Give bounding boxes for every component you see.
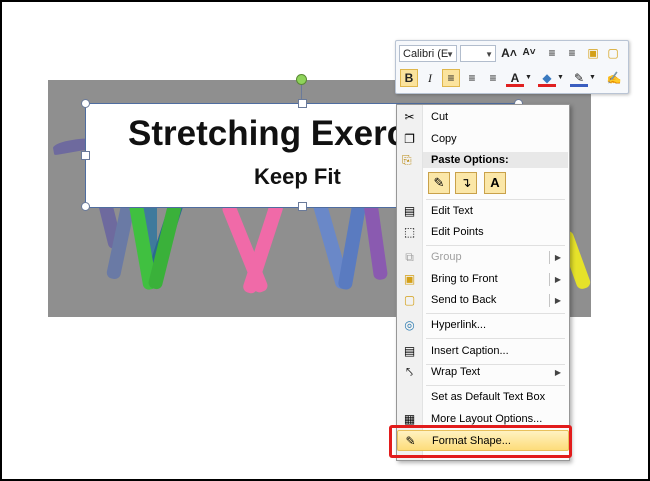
globe-link-icon: ◎ bbox=[404, 318, 415, 332]
paste-text-only-button[interactable]: A bbox=[484, 172, 506, 194]
submenu-divider bbox=[549, 294, 550, 307]
text-box-icon: ▤ bbox=[403, 204, 416, 218]
center-button[interactable]: ≡ bbox=[463, 69, 481, 87]
group-icon: ⧉ bbox=[405, 250, 414, 264]
points-icon: ⬚ bbox=[403, 225, 416, 239]
menu-item-edit-points[interactable]: ⬚ Edit Points bbox=[397, 222, 569, 243]
font-color-dropdown[interactable]: ▼ bbox=[524, 69, 533, 87]
menu-item-label: Hyperlink... bbox=[431, 319, 487, 331]
resize-handle-bottom[interactable] bbox=[298, 202, 307, 211]
resize-handle-left[interactable] bbox=[81, 151, 90, 160]
menu-item-hyperlink[interactable]: ◎ Hyperlink... bbox=[397, 315, 569, 336]
copy-icon: ❐ bbox=[404, 132, 415, 146]
menu-item-label: Cut bbox=[431, 111, 449, 123]
menu-item-label: Send to Back bbox=[431, 294, 497, 306]
rotation-handle[interactable] bbox=[296, 74, 307, 85]
slide-title: Stretching Exerc bbox=[128, 114, 407, 153]
send-back-icon: ▢ bbox=[403, 293, 416, 307]
decrease-indent-button[interactable]: ≡ bbox=[543, 44, 561, 62]
format-shape-callout-box bbox=[389, 425, 572, 458]
resize-handle-bottom-left[interactable] bbox=[81, 202, 90, 211]
menu-item-label: Insert Caption... bbox=[431, 345, 509, 357]
paste-keep-formatting-button[interactable]: ✎ bbox=[428, 172, 450, 194]
shape-fill-dropdown[interactable]: ▼ bbox=[556, 69, 565, 87]
bring-front-mini-icon[interactable]: ▣ bbox=[584, 44, 602, 62]
shape-fill-button[interactable]: ◆ bbox=[538, 69, 556, 87]
submenu-arrow-icon: ▶ bbox=[554, 368, 561, 377]
menu-item-label: Group bbox=[431, 251, 462, 263]
caption-icon: ▤ bbox=[403, 344, 416, 358]
menu-item-label: Bring to Front bbox=[431, 273, 498, 285]
wrap-text-icon: ⤣ bbox=[406, 365, 413, 379]
bring-front-icon: ▣ bbox=[403, 272, 416, 286]
menu-item-bring-to-front[interactable]: ▣ Bring to Front ▶ bbox=[397, 269, 569, 290]
bold-button[interactable]: B bbox=[400, 69, 418, 87]
submenu-arrow-icon: ▶ bbox=[554, 296, 561, 305]
align-left-button[interactable]: ≡ bbox=[442, 69, 460, 87]
chevron-down-icon: ▼ bbox=[485, 50, 493, 59]
resize-handle-top[interactable] bbox=[298, 99, 307, 108]
shrink-font-button[interactable]: A˅ bbox=[520, 44, 538, 62]
menu-item-send-to-back[interactable]: ▢ Send to Back ▶ bbox=[397, 290, 569, 311]
menu-item-label: Wrap Text bbox=[431, 366, 481, 378]
align-right-button[interactable]: ≡ bbox=[484, 69, 502, 87]
submenu-divider bbox=[549, 273, 550, 286]
paste-options-header: Paste Options: bbox=[423, 152, 568, 168]
shape-outline-dropdown[interactable]: ▼ bbox=[588, 69, 597, 87]
menu-separator bbox=[426, 385, 565, 386]
menu-item-insert-caption[interactable]: ▤ Insert Caption... bbox=[397, 341, 569, 362]
menu-item-label: Set as Default Text Box bbox=[431, 391, 546, 403]
resize-handle-top-left[interactable] bbox=[81, 99, 90, 108]
font-name-box[interactable]: Calibri (E ▼ bbox=[399, 45, 457, 62]
increase-indent-button[interactable]: ≡ bbox=[563, 44, 581, 62]
menu-separator bbox=[426, 245, 565, 246]
font-size-box[interactable]: ▼ bbox=[460, 45, 496, 62]
scissors-icon: ✂ bbox=[404, 110, 415, 124]
clipboard-icon: ⎘ bbox=[402, 153, 412, 167]
send-back-mini-icon[interactable]: ▢ bbox=[604, 44, 622, 62]
menu-item-wrap-text[interactable]: ⤣ Wrap Text ▶ bbox=[397, 362, 569, 383]
submenu-arrow-icon: ▶ bbox=[554, 253, 561, 262]
submenu-divider bbox=[549, 251, 550, 264]
menu-item-group[interactable]: ⧉ Group ▶ bbox=[397, 247, 569, 268]
menu-item-edit-text[interactable]: ▤ Edit Text bbox=[397, 201, 569, 222]
context-menu: ✂ Cut ❐ Copy ⎘ Paste Options: ✎ ↴ A ▤ Ed… bbox=[396, 104, 570, 461]
mini-toolbar: Calibri (E ▼ ▼ A˄ A˅ ≡ ≡ ▣ ▢ B I ≡ ≡ ≡ A… bbox=[395, 40, 629, 94]
grow-font-button[interactable]: A˄ bbox=[500, 44, 518, 62]
menu-item-label: Edit Points bbox=[431, 226, 484, 238]
menu-item-label: Copy bbox=[431, 133, 457, 145]
italic-button[interactable]: I bbox=[421, 69, 439, 87]
shape-outline-button[interactable]: ✎ bbox=[570, 69, 588, 87]
menu-item-cut[interactable]: ✂ Cut bbox=[397, 107, 569, 128]
format-painter-button[interactable]: ✍ bbox=[605, 69, 623, 87]
menu-item-set-default-text-box[interactable]: Set as Default Text Box bbox=[397, 387, 569, 408]
font-color-button[interactable]: A bbox=[506, 69, 524, 87]
menu-item-copy[interactable]: ❐ Copy bbox=[397, 129, 569, 150]
chevron-down-icon: ▼ bbox=[446, 50, 454, 59]
paste-merge-formatting-button[interactable]: ↴ bbox=[455, 172, 477, 194]
menu-separator bbox=[426, 338, 565, 339]
menu-item-label: Edit Text bbox=[431, 205, 473, 217]
slide-subtitle: Keep Fit bbox=[254, 164, 341, 189]
menu-separator bbox=[426, 199, 565, 200]
font-name-value: Calibri (E bbox=[403, 48, 449, 60]
menu-separator bbox=[426, 313, 565, 314]
submenu-arrow-icon: ▶ bbox=[554, 275, 561, 284]
